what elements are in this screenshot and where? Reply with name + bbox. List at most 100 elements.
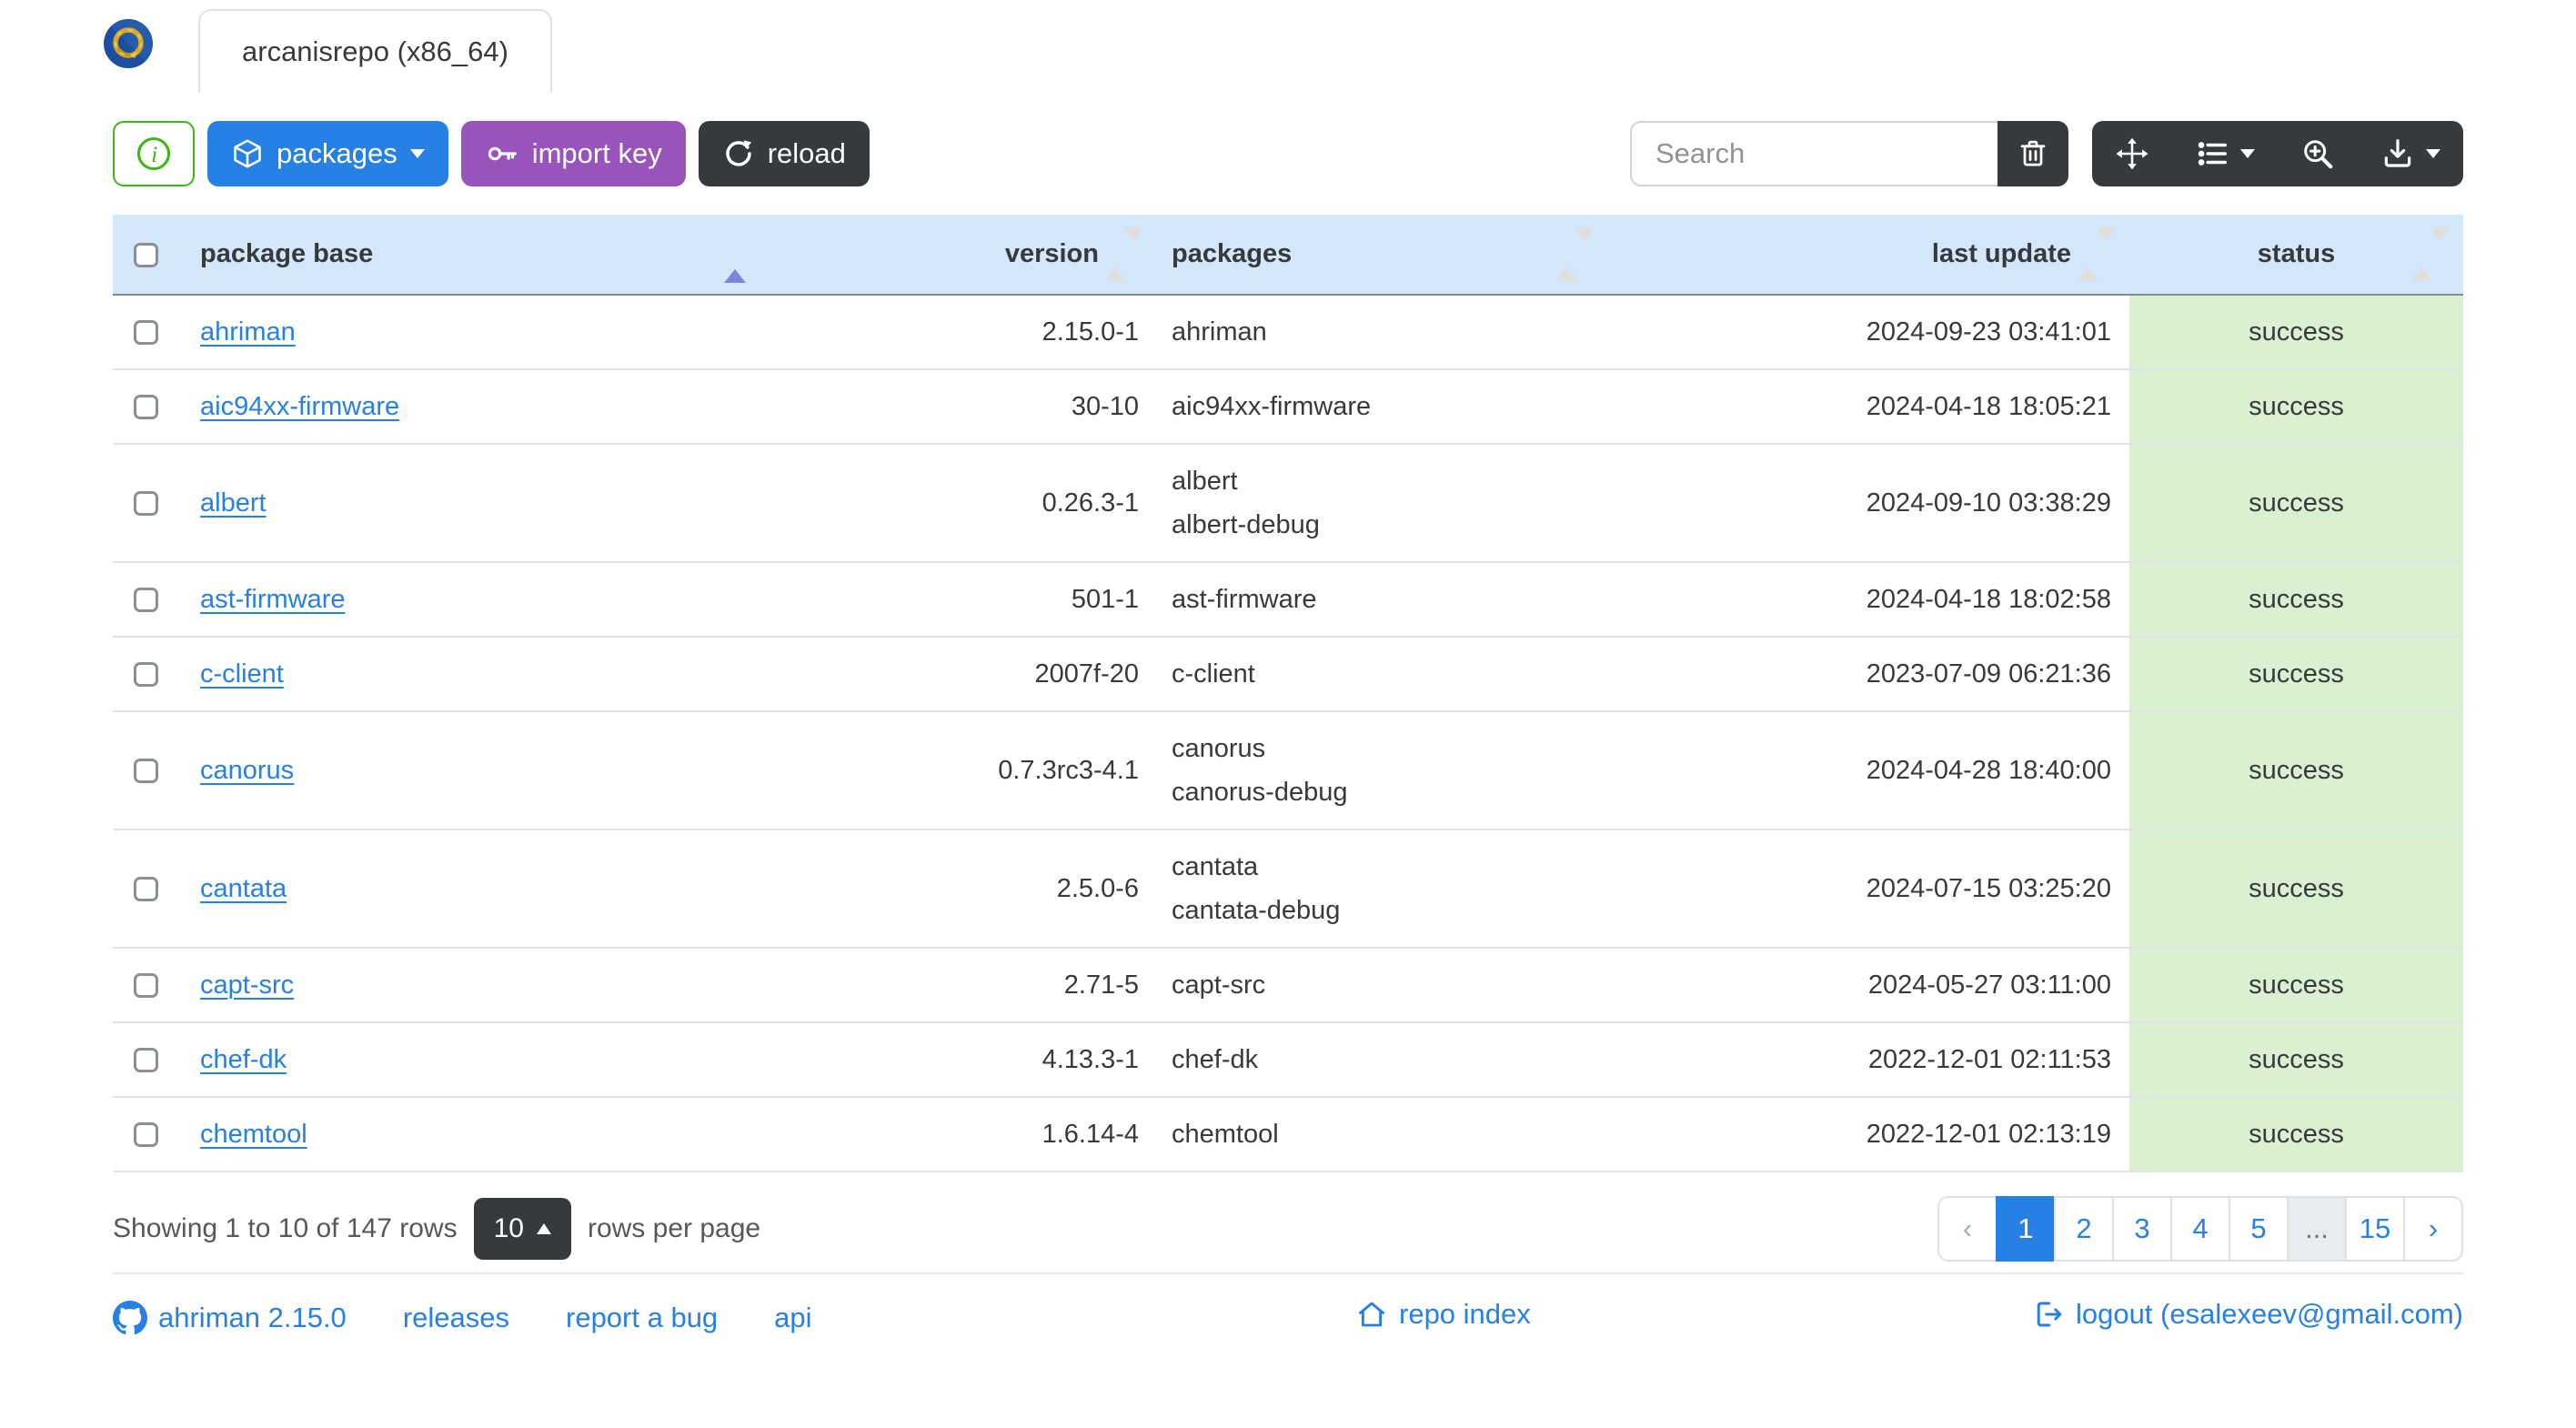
logout-link[interactable]: logout (esalexeev@gmail.com)	[2032, 1298, 2463, 1331]
header-last-update[interactable]: last update	[1608, 215, 2129, 296]
package-base-link[interactable]: cantata	[200, 874, 287, 903]
row-checkbox[interactable]	[133, 759, 158, 784]
pagination-page-1[interactable]: 1	[1996, 1196, 2056, 1262]
house-icon	[1355, 1298, 1388, 1331]
advanced-search-button[interactable]	[2278, 121, 2358, 186]
packages-cell: aic94xx-firmware	[1157, 369, 1608, 445]
packages-cell: canorus canorus-debug	[1157, 711, 1608, 830]
package-base-link[interactable]: ast-firmware	[200, 585, 346, 614]
row-checkbox[interactable]	[133, 588, 158, 613]
row-checkbox-cell	[113, 1097, 178, 1172]
export-dropdown-button[interactable]	[2358, 121, 2463, 186]
import-key-button-label: import key	[531, 137, 662, 169]
package-name: aic94xx-firmware	[1172, 392, 1372, 421]
search-input[interactable]	[1630, 121, 1997, 186]
packages-dropdown-button[interactable]: packages	[207, 121, 448, 186]
package-base-link[interactable]: c-client	[200, 659, 284, 689]
header-package-base[interactable]: package base	[178, 215, 782, 296]
package-base-link[interactable]: ahriman	[200, 317, 296, 347]
github-version-link[interactable]: ahriman 2.15.0	[113, 1301, 347, 1335]
select-all-checkbox[interactable]	[133, 242, 158, 267]
row-checkbox[interactable]	[133, 491, 158, 517]
package-base-cell: canorus	[178, 711, 782, 830]
row-checkbox-cell	[113, 1022, 178, 1098]
version-cell: 1.6.14-4	[782, 1097, 1157, 1172]
package-base-cell: chef-dk	[178, 1022, 782, 1098]
list-icon	[2195, 136, 2229, 171]
package-name: ahriman	[1172, 317, 1267, 347]
pagination-page-4[interactable]: 4	[2170, 1196, 2230, 1262]
row-checkbox[interactable]	[133, 662, 158, 688]
import-key-button[interactable]: import key	[460, 121, 686, 186]
package-base-link[interactable]: aic94xx-firmware	[200, 392, 399, 421]
row-checkbox[interactable]	[133, 395, 158, 420]
pagination-page-3[interactable]: 3	[2112, 1196, 2172, 1262]
pagination-next[interactable]: ›	[2403, 1196, 2463, 1262]
package-base-link[interactable]: capt-src	[200, 970, 294, 1000]
row-checkbox[interactable]	[133, 877, 158, 902]
version-cell: 0.7.3rc3-4.1	[782, 711, 1157, 830]
package-name: c-client	[1172, 659, 1255, 689]
package-name: cantata-debug	[1172, 896, 1341, 925]
table-row: ahriman 2.15.0-1 ahriman 2024-09-23 03:41:0…	[113, 295, 2463, 370]
package-base-cell: ahriman	[178, 295, 782, 370]
package-info-button[interactable]: i	[113, 121, 195, 186]
sort-ascending-icon	[724, 240, 746, 283]
repo-index-link[interactable]: repo index	[1355, 1298, 1531, 1331]
page-size-value: 10	[493, 1213, 524, 1243]
bottom-left-links: ahriman 2.15.0 releases report a bug api	[113, 1301, 812, 1335]
pagination-page-2[interactable]: 2	[2054, 1196, 2114, 1262]
header-packages[interactable]: packages	[1157, 215, 1608, 296]
last-update-cell: 2024-04-18 18:02:58	[1608, 562, 2129, 638]
version-cell: 2.15.0-1	[782, 295, 1157, 370]
pagination-page-15[interactable]: 15	[2345, 1196, 2405, 1262]
package-base-link[interactable]: chemtool	[200, 1120, 307, 1149]
row-checkbox[interactable]	[133, 973, 158, 999]
header-status[interactable]: status	[2129, 215, 2463, 296]
report-bug-link[interactable]: report a bug	[566, 1302, 718, 1334]
pagination: ‹ 1 2 3 4 5... 15 ›	[1937, 1196, 2463, 1262]
packages-button-label: packages	[277, 137, 397, 169]
chevron-down-icon	[409, 149, 425, 158]
package-name: albert-debug	[1172, 510, 1320, 539]
row-checkbox-cell	[113, 948, 178, 1023]
page-size-dropdown[interactable]: 10	[473, 1198, 571, 1260]
status-cell: success	[2129, 444, 2463, 563]
package-base-link[interactable]: albert	[200, 488, 267, 518]
packages-cell: ast-firmware	[1157, 562, 1608, 638]
package-base-link[interactable]: canorus	[200, 756, 294, 785]
logout-icon	[2032, 1298, 2065, 1331]
status-cell: success	[2129, 1022, 2463, 1098]
row-checkbox-cell	[113, 444, 178, 563]
info-circle-icon: i	[134, 134, 174, 174]
chevron-down-icon	[2426, 149, 2440, 158]
pagination-prev[interactable]: ‹	[1937, 1196, 1997, 1262]
table-tools-group	[2092, 121, 2463, 186]
table-row: ast-firmware 501-1 ast-firmware 2024-04-18 …	[113, 562, 2463, 638]
row-checkbox[interactable]	[133, 320, 158, 346]
columns-dropdown-button[interactable]	[2172, 121, 2278, 186]
pagination-page-5[interactable]: 5	[2229, 1196, 2289, 1262]
clear-search-button[interactable]	[1997, 121, 2068, 186]
package-base-cell: c-client	[178, 637, 782, 712]
package-base-link[interactable]: chef-dk	[200, 1045, 287, 1074]
package-name: chef-dk	[1172, 1045, 1259, 1074]
header-packages-label: packages	[1172, 239, 1293, 268]
header-version[interactable]: version	[782, 215, 1157, 296]
header-status-label: status	[2257, 239, 2336, 268]
pagination-page-...[interactable]: ...	[2287, 1196, 2347, 1262]
api-link[interactable]: api	[774, 1302, 811, 1334]
packages-cell: c-client	[1157, 637, 1608, 712]
table-row: chef-dk 4.13.3-1 chef-dk 2022-12-01 02:11:5…	[113, 1022, 2463, 1098]
reload-button[interactable]: reload	[698, 121, 870, 186]
packages-table: package base version packages last updat…	[113, 215, 2463, 1172]
row-checkbox[interactable]	[133, 1122, 158, 1148]
package-name: capt-src	[1172, 970, 1266, 1000]
fullscreen-button[interactable]	[2092, 121, 2172, 186]
version-cell: 0.26.3-1	[782, 444, 1157, 563]
repository-tab[interactable]: arcanisrepo (x86_64)	[198, 9, 552, 93]
row-checkbox[interactable]	[133, 1048, 158, 1073]
releases-link[interactable]: releases	[403, 1302, 509, 1334]
toolbar: i packages import key reload Search	[113, 121, 2463, 186]
status-cell: success	[2129, 830, 2463, 949]
